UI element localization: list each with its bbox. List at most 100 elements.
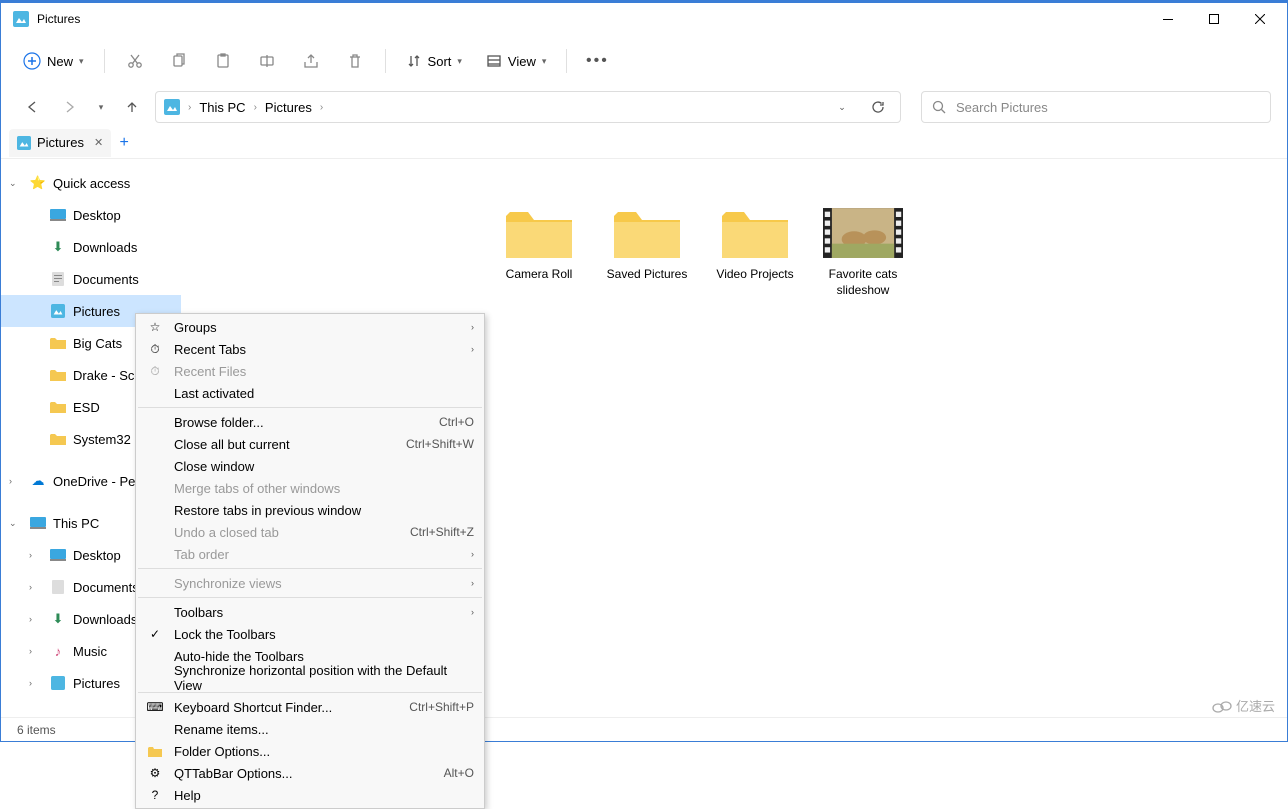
chevron-right-icon: › (471, 549, 474, 559)
folder-saved-pictures[interactable]: Saved Pictures (597, 199, 697, 302)
breadcrumb-current[interactable]: Pictures (265, 100, 312, 115)
sort-label: Sort (428, 54, 452, 69)
chevron-right-icon: › (471, 322, 474, 332)
search-icon (932, 100, 946, 114)
delete-button[interactable] (335, 43, 375, 79)
menu-folder-options[interactable]: Folder Options... (136, 740, 484, 762)
document-icon (49, 272, 67, 286)
menu-separator (138, 568, 482, 569)
menu-recent-tabs[interactable]: ⏱Recent Tabs› (136, 338, 484, 360)
breadcrumb-sep: › (320, 102, 323, 113)
file-favorite-cats[interactable]: Favorite cats slideshow (813, 199, 913, 302)
cloud-icon: ☁ (29, 473, 47, 489)
up-button[interactable] (117, 92, 147, 122)
folder-icon (49, 369, 67, 381)
new-label: New (47, 54, 73, 69)
pc-icon (29, 517, 47, 529)
sidebar-quick-access[interactable]: ⌄⭐Quick access (1, 167, 181, 199)
folder-icon (146, 746, 164, 757)
menu-separator (138, 597, 482, 598)
gear-icon: ⚙ (146, 766, 164, 780)
document-icon (49, 580, 67, 594)
forward-button[interactable] (55, 92, 85, 122)
menu-rename-items[interactable]: Rename items... (136, 718, 484, 740)
clock-icon: ⏱ (146, 364, 164, 379)
menu-last-activated[interactable]: Last activated (136, 382, 484, 404)
menu-sync-views: Synchronize views› (136, 572, 484, 594)
toolbar-separator (104, 49, 105, 73)
pictures-icon (17, 136, 31, 150)
folder-icon (49, 337, 67, 349)
menu-toolbars[interactable]: Toolbars› (136, 601, 484, 623)
menu-restore-tabs[interactable]: Restore tabs in previous window (136, 499, 484, 521)
menu-sync-horizontal[interactable]: Synchronize horizontal position with the… (136, 667, 484, 689)
menu-groups[interactable]: ☆Groups› (136, 316, 484, 338)
music-icon: ♪ (49, 644, 67, 659)
chevron-down-icon: ▾ (542, 56, 547, 67)
menu-tab-order: Tab order› (136, 543, 484, 565)
sidebar-documents[interactable]: Documents (1, 263, 181, 295)
video-thumbnail (823, 203, 903, 263)
item-count: 6 items (17, 723, 56, 737)
menu-undo-closed: Undo a closed tabCtrl+Shift+Z (136, 521, 484, 543)
chevron-down-icon: ▾ (79, 56, 84, 67)
sort-button[interactable]: Sort ▾ (396, 43, 472, 79)
menu-help[interactable]: ?Help (136, 784, 484, 806)
share-button[interactable] (291, 43, 331, 79)
folder-icon (49, 401, 67, 413)
paste-button[interactable] (203, 43, 243, 79)
chevron-right-icon: › (471, 578, 474, 588)
menu-close-all-but-current[interactable]: Close all but currentCtrl+Shift+W (136, 433, 484, 455)
chevron-right-icon: › (471, 607, 474, 617)
menu-lock-toolbars[interactable]: ✓Lock the Toolbars (136, 623, 484, 645)
menu-separator (138, 407, 482, 408)
clock-icon: ⏱ (146, 342, 164, 357)
refresh-button[interactable] (864, 100, 892, 114)
folder-video-projects[interactable]: Video Projects (705, 199, 805, 302)
search-box[interactable]: Search Pictures (921, 91, 1271, 123)
address-bar[interactable]: › This PC › Pictures › ⌄ (155, 91, 901, 123)
rename-button[interactable] (247, 43, 287, 79)
watermark: 亿速云 (1212, 696, 1275, 715)
back-button[interactable] (17, 92, 47, 122)
cut-button[interactable] (115, 43, 155, 79)
new-button[interactable]: New ▾ (13, 43, 94, 79)
context-menu: ☆Groups› ⏱Recent Tabs› ⏱Recent Files Las… (135, 313, 485, 809)
nav-bar: ▾ › This PC › Pictures › ⌄ Search Pictur… (1, 87, 1287, 127)
sidebar-desktop[interactable]: Desktop (1, 199, 181, 231)
more-button[interactable]: ••• (577, 43, 617, 79)
minimize-button[interactable] (1145, 3, 1191, 35)
close-button[interactable] (1237, 3, 1283, 35)
download-icon: ⬇ (49, 239, 67, 255)
window-title: Pictures (37, 12, 1145, 26)
main-area: ⌄⭐Quick access Desktop ⬇Downloads Docume… (1, 159, 1287, 717)
tab-pictures[interactable]: Pictures ✕ (9, 129, 111, 157)
menu-browse-folder[interactable]: Browse folder...Ctrl+O (136, 411, 484, 433)
download-icon: ⬇ (49, 611, 67, 627)
address-dropdown[interactable]: ⌄ (828, 102, 856, 113)
tab-close-icon[interactable]: ✕ (94, 136, 103, 149)
copy-button[interactable] (159, 43, 199, 79)
desktop-icon (49, 209, 67, 221)
view-button[interactable]: View ▾ (476, 43, 556, 79)
new-tab-button[interactable]: + (111, 130, 137, 156)
toolbar-separator (385, 49, 386, 73)
toolbar: New ▾ Sort ▾ View ▾ ••• (1, 35, 1287, 87)
pictures-icon (164, 99, 180, 115)
menu-keyboard-shortcut-finder[interactable]: ⌨Keyboard Shortcut Finder...Ctrl+Shift+P (136, 696, 484, 718)
star-icon: ⭐ (29, 175, 47, 191)
toolbar-separator (566, 49, 567, 73)
star-icon: ☆ (146, 320, 164, 334)
sidebar-downloads[interactable]: ⬇Downloads (1, 231, 181, 263)
recent-dropdown[interactable]: ▾ (93, 92, 109, 122)
folder-camera-roll[interactable]: Camera Roll (489, 199, 589, 302)
menu-close-window[interactable]: Close window (136, 455, 484, 477)
check-icon: ✓ (146, 627, 164, 641)
menu-recent-files: ⏱Recent Files (136, 360, 484, 382)
breadcrumb-root[interactable]: This PC (199, 100, 245, 115)
menu-qttabbar-options[interactable]: ⚙QTTabBar Options...Alt+O (136, 762, 484, 784)
folder-icon (49, 433, 67, 445)
pictures-icon (49, 304, 67, 318)
maximize-button[interactable] (1191, 3, 1237, 35)
help-icon: ? (146, 788, 164, 802)
